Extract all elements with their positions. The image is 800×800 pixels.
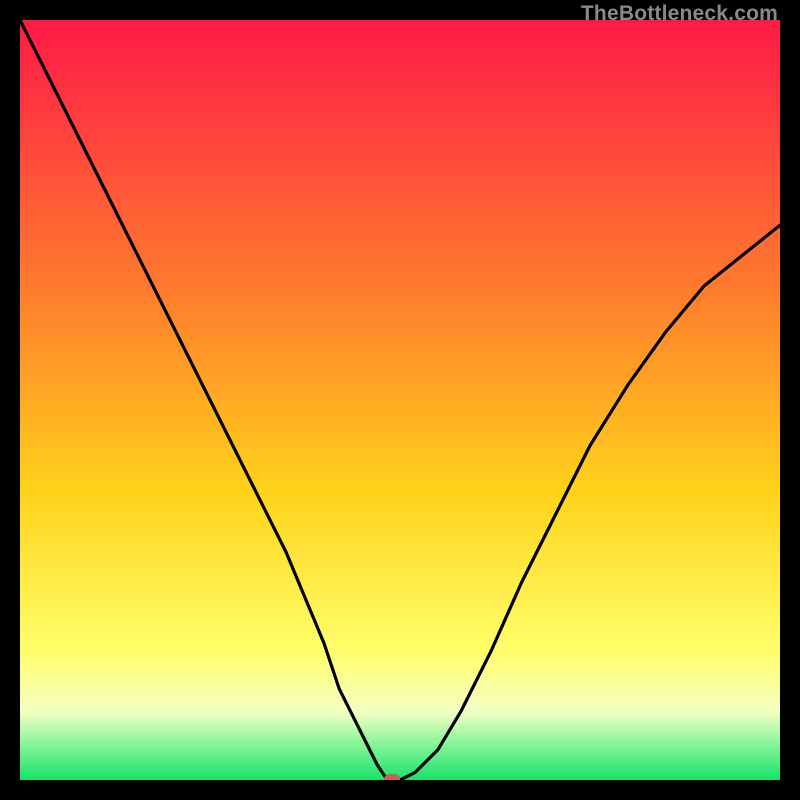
watermark-text: TheBottleneck.com (581, 2, 778, 26)
bottleneck-curve (20, 20, 780, 780)
chart-frame: TheBottleneck.com (0, 0, 800, 800)
optimal-point-marker (384, 774, 400, 780)
plot-area (20, 20, 780, 780)
